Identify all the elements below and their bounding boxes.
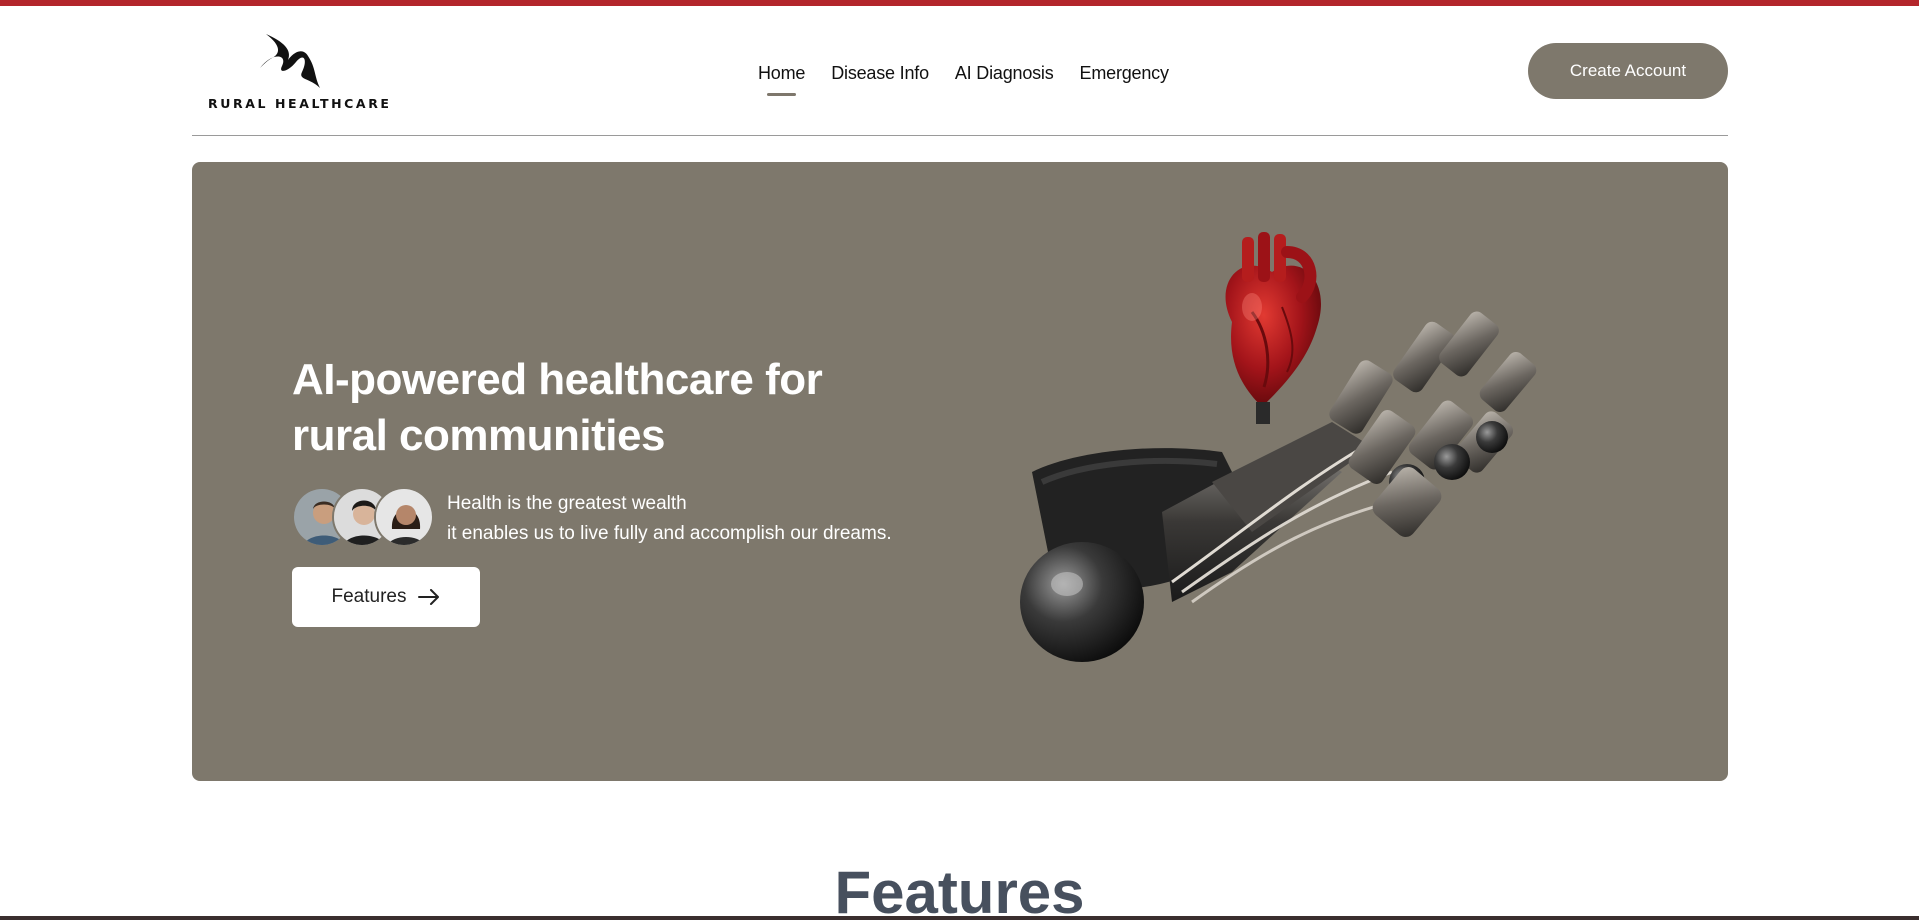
hero-banner: AI-powered healthcare for rural communit…: [192, 162, 1728, 781]
bottom-strip: [0, 916, 1919, 920]
swoosh-logo-icon: [260, 34, 320, 88]
site-header: RURAL HEALTHCARE Home Disease Info AI Di…: [192, 6, 1728, 136]
hero-subtitle: Health is the greatest wealth it enables…: [447, 489, 892, 549]
nav-item-disease-info[interactable]: Disease Info: [831, 63, 929, 84]
nav-item-emergency[interactable]: Emergency: [1080, 63, 1169, 84]
brand-name: RURAL HEALTHCARE: [208, 96, 392, 111]
avatar-group: [292, 487, 442, 549]
features-button-label: Features: [331, 586, 407, 607]
create-account-button[interactable]: Create Account: [1528, 43, 1728, 99]
hero-title: AI-powered healthcare for rural communit…: [292, 355, 823, 460]
brand-logo[interactable]: RURAL HEALTHCARE: [208, 32, 392, 112]
nav-item-home[interactable]: Home: [758, 63, 805, 96]
features-button[interactable]: Features: [292, 567, 480, 627]
hero-subtitle-line: it enables us to live fully and accompli…: [447, 523, 892, 544]
avatar: [374, 487, 434, 547]
arrow-right-icon: [418, 589, 440, 605]
hero-subtitle-line: Health is the greatest wealth: [447, 493, 687, 514]
main-nav: Home Disease Info AI Diagnosis Emergency: [758, 58, 1169, 96]
features-section-heading: Features: [834, 859, 1085, 920]
robotic-hand-heart-image: [1020, 232, 1537, 662]
nav-item-ai-diagnosis[interactable]: AI Diagnosis: [955, 63, 1054, 84]
